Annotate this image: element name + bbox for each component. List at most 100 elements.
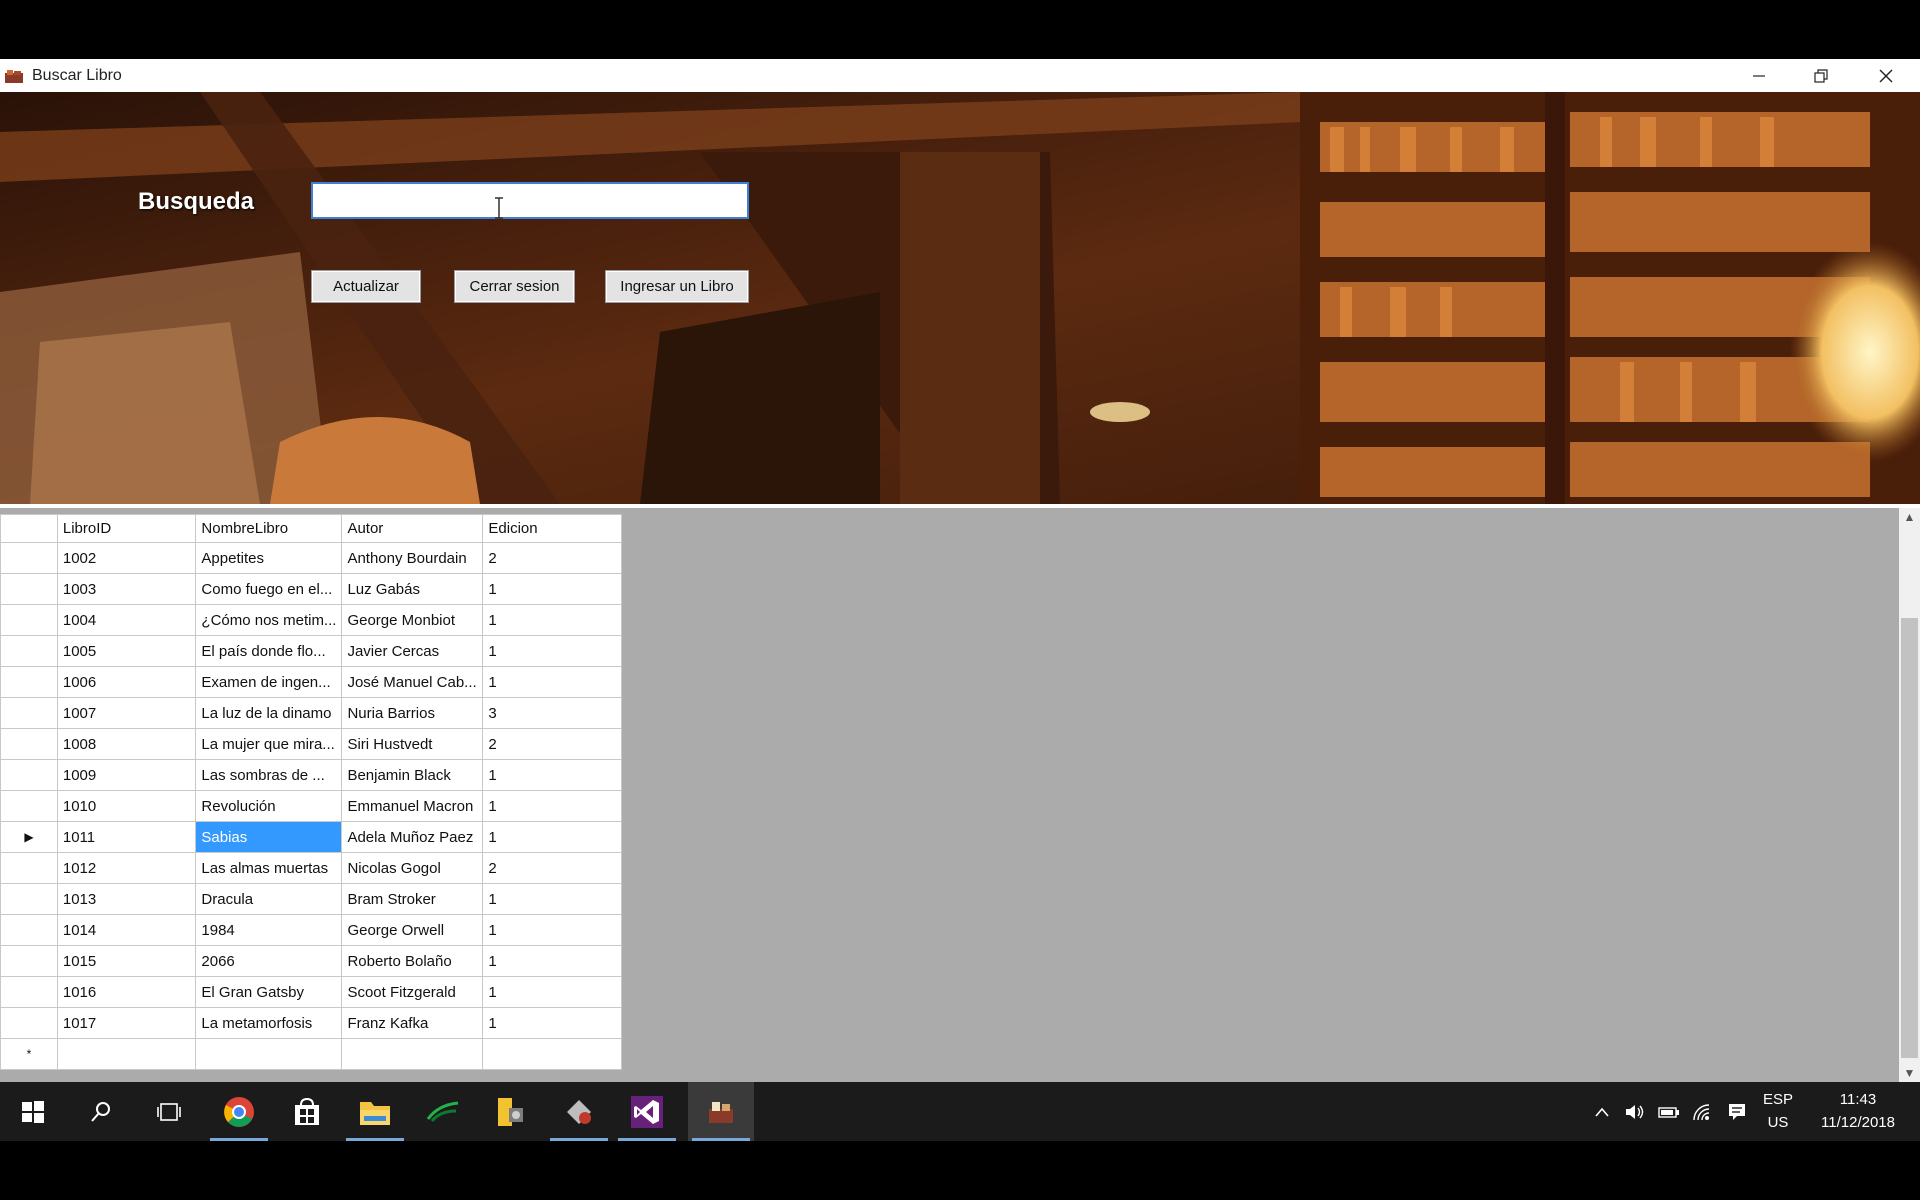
add-book-button[interactable]: Ingresar un Libro xyxy=(605,270,749,303)
table-row[interactable]: ▶ 1011 Sabias Adela Muñoz Paez 1 xyxy=(0,821,622,853)
buscar-libro-app-icon[interactable] xyxy=(688,1082,754,1141)
table-cell[interactable]: Javier Cercas xyxy=(341,635,484,667)
table-cell[interactable]: Dracula xyxy=(195,883,343,915)
row-header[interactable] xyxy=(0,728,58,760)
row-header[interactable] xyxy=(0,573,58,605)
table-cell[interactable]: Las sombras de ... xyxy=(195,759,343,791)
search-icon[interactable] xyxy=(68,1082,134,1141)
row-header[interactable] xyxy=(0,790,58,822)
table-cell[interactable]: 1 xyxy=(482,914,622,946)
table-row[interactable]: 1017 La metamorfosis Franz Kafka 1 xyxy=(0,1007,622,1039)
table-row[interactable]: 1009 Las sombras de ... Benjamin Black 1 xyxy=(0,759,622,791)
row-header[interactable]: ▶ xyxy=(0,821,58,853)
new-row[interactable]: * xyxy=(0,1038,622,1070)
table-cell[interactable]: 1008 xyxy=(56,728,197,760)
table-cell[interactable]: 1 xyxy=(482,1007,622,1039)
table-cell[interactable]: El país donde flo... xyxy=(195,635,343,667)
table-cell[interactable]: 1003 xyxy=(56,573,197,605)
column-header-edicion[interactable]: Edicion xyxy=(482,514,622,543)
table-cell[interactable]: 1 xyxy=(482,759,622,791)
table-cell[interactable]: 1 xyxy=(482,635,622,667)
app-db-icon[interactable] xyxy=(546,1082,612,1141)
table-row[interactable]: 1015 2066 Roberto Bolaño 1 xyxy=(0,945,622,977)
table-row[interactable]: 1010 Revolución Emmanuel Macron 1 xyxy=(0,790,622,822)
table-cell[interactable]: 1005 xyxy=(56,635,197,667)
row-header[interactable] xyxy=(0,883,58,915)
start-icon[interactable] xyxy=(0,1082,66,1141)
table-cell[interactable]: 1007 xyxy=(56,697,197,729)
table-cell[interactable]: La luz de la dinamo xyxy=(195,697,343,729)
table-cell[interactable]: 1010 xyxy=(56,790,197,822)
wifi-icon[interactable] xyxy=(1688,1082,1718,1141)
show-hidden-icons-icon[interactable] xyxy=(1588,1082,1616,1141)
new-row-cell[interactable] xyxy=(195,1038,343,1070)
table-cell[interactable]: Siri Hustvedt xyxy=(341,728,484,760)
restore-icon[interactable] xyxy=(1790,59,1852,92)
table-cell[interactable]: Nuria Barrios xyxy=(341,697,484,729)
table-cell[interactable]: Nicolas Gogol xyxy=(341,852,484,884)
table-row[interactable]: 1003 Como fuego en el... Luz Gabás 1 xyxy=(0,573,622,605)
table-cell[interactable]: Examen de ingen... xyxy=(195,666,343,698)
table-row[interactable]: 1014 1984 George Orwell 1 xyxy=(0,914,622,946)
row-header[interactable] xyxy=(0,604,58,636)
table-cell[interactable]: 1 xyxy=(482,976,622,1008)
books-data-grid[interactable]: LibroID NombreLibro Autor Edicion 1002 Ap… xyxy=(0,514,622,1070)
row-header[interactable] xyxy=(0,697,58,729)
refresh-button[interactable]: Actualizar xyxy=(311,270,421,303)
row-header[interactable] xyxy=(0,542,58,574)
file-explorer-icon[interactable] xyxy=(342,1082,408,1141)
table-cell[interactable]: Revolución xyxy=(195,790,343,822)
table-cell[interactable]: Bram Stroker xyxy=(341,883,484,915)
volume-icon[interactable] xyxy=(1620,1082,1650,1141)
table-cell[interactable]: 1017 xyxy=(56,1007,197,1039)
scroll-up-icon[interactable]: ▲ xyxy=(1899,510,1920,528)
new-row-cell[interactable] xyxy=(341,1038,484,1070)
table-cell[interactable]: 1 xyxy=(482,666,622,698)
table-cell[interactable]: Sabias xyxy=(195,821,343,853)
new-row-header[interactable]: * xyxy=(0,1038,58,1070)
table-cell[interactable]: Appetites xyxy=(195,542,343,574)
table-row[interactable]: 1005 El país donde flo... Javier Cercas 1 xyxy=(0,635,622,667)
row-header-corner[interactable] xyxy=(0,514,58,543)
table-cell[interactable]: La mujer que mira... xyxy=(195,728,343,760)
column-header-autor[interactable]: Autor xyxy=(341,514,484,543)
table-cell[interactable]: 1 xyxy=(482,790,622,822)
table-row[interactable]: 1002 Appetites Anthony Bourdain 2 xyxy=(0,542,622,574)
table-cell[interactable]: 2 xyxy=(482,852,622,884)
clock[interactable]: 11:43 11/12/2018 xyxy=(1808,1088,1908,1134)
close-icon[interactable] xyxy=(1855,59,1917,92)
table-cell[interactable]: Franz Kafka xyxy=(341,1007,484,1039)
new-row-cell[interactable] xyxy=(56,1038,197,1070)
notifications-icon[interactable] xyxy=(1722,1082,1752,1141)
table-cell[interactable]: Emmanuel Macron xyxy=(341,790,484,822)
table-cell[interactable]: 2066 xyxy=(195,945,343,977)
table-cell[interactable]: 1004 xyxy=(56,604,197,636)
logout-button[interactable]: Cerrar sesion xyxy=(454,270,575,303)
table-cell[interactable]: 2 xyxy=(482,542,622,574)
table-cell[interactable]: 1013 xyxy=(56,883,197,915)
table-row[interactable]: 1007 La luz de la dinamo Nuria Barrios 3 xyxy=(0,697,622,729)
table-row[interactable]: 1016 El Gran Gatsby Scoot Fitzgerald 1 xyxy=(0,976,622,1008)
new-row-cell[interactable] xyxy=(482,1038,622,1070)
vertical-scrollbar[interactable]: ▲ ▼ xyxy=(1899,508,1920,1086)
table-cell[interactable]: Benjamin Black xyxy=(341,759,484,791)
table-cell[interactable]: George Monbiot xyxy=(341,604,484,636)
chrome-icon[interactable] xyxy=(206,1082,272,1141)
column-header-libroid[interactable]: LibroID xyxy=(56,514,197,543)
table-cell[interactable]: El Gran Gatsby xyxy=(195,976,343,1008)
table-cell[interactable]: 2 xyxy=(482,728,622,760)
table-cell[interactable]: Roberto Bolaño xyxy=(341,945,484,977)
table-cell[interactable]: José Manuel Cab... xyxy=(341,666,484,698)
table-row[interactable]: 1012 Las almas muertas Nicolas Gogol 2 xyxy=(0,852,622,884)
row-header[interactable] xyxy=(0,914,58,946)
scrollbar-thumb[interactable] xyxy=(1901,618,1918,1058)
table-cell[interactable]: 1012 xyxy=(56,852,197,884)
table-cell[interactable]: 3 xyxy=(482,697,622,729)
table-cell[interactable]: 1 xyxy=(482,945,622,977)
table-row[interactable]: 1013 Dracula Bram Stroker 1 xyxy=(0,883,622,915)
row-header[interactable] xyxy=(0,976,58,1008)
table-cell[interactable]: 1009 xyxy=(56,759,197,791)
table-cell[interactable]: 1002 xyxy=(56,542,197,574)
table-cell[interactable]: 1984 xyxy=(195,914,343,946)
table-row[interactable]: 1008 La mujer que mira... Siri Hustvedt 2 xyxy=(0,728,622,760)
